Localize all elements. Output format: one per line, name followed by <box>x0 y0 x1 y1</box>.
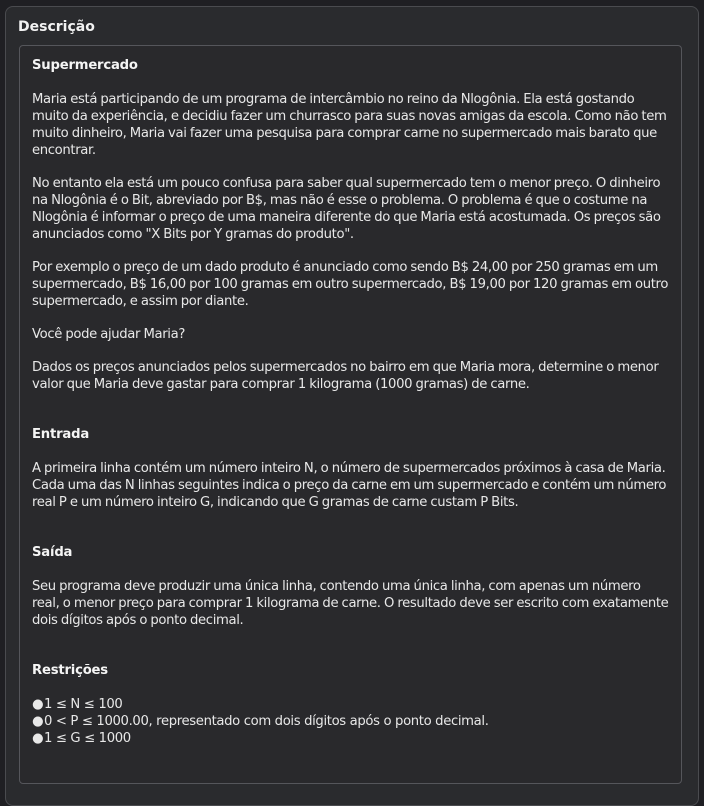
bullet-icon: ● <box>32 731 44 746</box>
section-title-restricoes: Restrições <box>32 663 108 678</box>
paragraph-question: Você pode ajudar Maria? <box>32 327 185 342</box>
problem-statement: Supermercado Maria está participando de … <box>19 45 682 784</box>
paragraph-intro: Maria está participando de um programa d… <box>32 92 667 158</box>
paragraph-saida: Seu programa deve produzir uma única lin… <box>32 579 669 628</box>
paragraph-problem: No entanto ela está um pouco confusa par… <box>32 176 661 242</box>
restrictions-list: ●1 ≤ N ≤ 100 ●0 < P ≤ 1000.00, represent… <box>32 696 669 747</box>
description-panel: Descrição Supermercado Maria está partic… <box>5 6 699 806</box>
list-item: ●1 ≤ N ≤ 100 <box>32 697 123 712</box>
section-title-supermercado: Supermercado <box>32 58 138 73</box>
section-title-entrada: Entrada <box>32 427 90 442</box>
paragraph-task: Dados os preços anunciados pelos superme… <box>32 360 659 392</box>
list-item: ●1 ≤ G ≤ 1000 <box>32 731 131 746</box>
section-title-saida: Saída <box>32 545 73 560</box>
panel-heading: Descrição <box>18 19 95 35</box>
bullet-icon: ● <box>32 697 44 712</box>
list-item: ●0 < P ≤ 1000.00, representado com dois … <box>32 714 489 729</box>
paragraph-entrada: A primeira linha contém um número inteir… <box>32 461 667 510</box>
bullet-icon: ● <box>32 714 44 729</box>
paragraph-example: Por exemplo o preço de um dado produto é… <box>32 260 669 309</box>
